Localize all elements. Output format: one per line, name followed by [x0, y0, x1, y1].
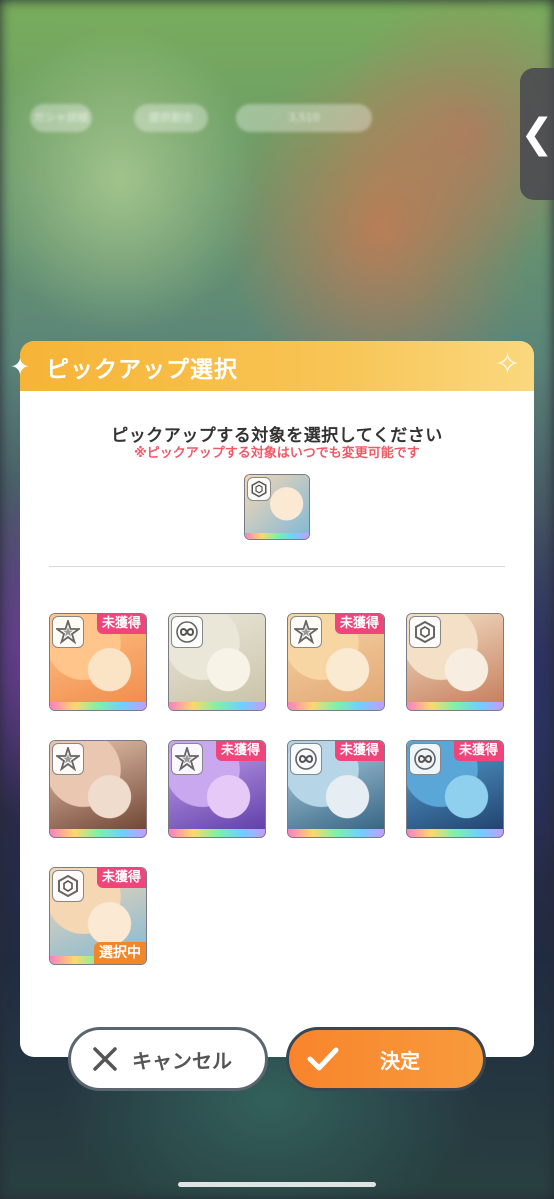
card-item[interactable]: 未獲得 — [287, 740, 385, 838]
confirm-button[interactable]: 決定 — [286, 1027, 486, 1091]
change-note-text: ※ピックアップする対象はいつでも変更可能です — [134, 446, 420, 461]
cancel-button[interactable]: キャンセル — [68, 1027, 268, 1091]
unobtained-badge: 未獲得 — [453, 741, 503, 761]
side-panel-tab[interactable]: ❮ — [520, 68, 554, 200]
card-item[interactable] — [49, 740, 147, 838]
modal-body: ピックアップする対象を選択してください ※ピックアップする対象はいつでも変更可能… — [20, 391, 534, 1057]
cube-attribute-icon — [52, 870, 84, 902]
infinity-attribute-icon — [409, 743, 441, 775]
rates-pill: 提供割合 — [134, 104, 208, 132]
modal-title: ピックアップ選択 — [46, 357, 238, 383]
modal-header: ✦ ピックアップ選択 ✧ — [10, 341, 534, 391]
divider — [49, 566, 505, 567]
confirm-button-label: 決定 — [380, 1048, 420, 1073]
infinity-attribute-icon — [171, 616, 203, 648]
rarity-stripe — [169, 829, 265, 837]
rarity-stripe — [288, 702, 384, 710]
rarity-stripe — [169, 702, 265, 710]
star-attribute-icon — [171, 743, 203, 775]
unobtained-badge: 未獲得 — [215, 741, 265, 761]
rarity-stripe — [50, 829, 146, 837]
rarity-stripe — [407, 702, 503, 710]
gacha-detail-pill: ガシャ詳細 — [30, 104, 92, 132]
selected-badge: 選択中 — [94, 942, 146, 964]
card-item[interactable] — [406, 613, 504, 711]
star-attribute-icon — [52, 616, 84, 648]
rarity-stripe — [50, 702, 146, 710]
unobtained-badge: 未獲得 — [96, 614, 146, 634]
card-item[interactable]: 未獲得 — [168, 740, 266, 838]
sparkle-decoration-icon: ✧ — [494, 347, 520, 382]
home-indicator — [178, 1182, 376, 1187]
sparkle-icon: ✦ — [10, 353, 31, 381]
checkmark-icon — [303, 1046, 343, 1072]
cube-attribute-icon — [409, 616, 441, 648]
card-item[interactable] — [168, 613, 266, 711]
rarity-stripe — [407, 829, 503, 837]
rarity-stripe — [245, 533, 309, 539]
cube-attribute-icon — [247, 477, 271, 501]
star-attribute-icon — [290, 616, 322, 648]
card-item[interactable]: 未獲得 — [49, 613, 147, 711]
card-item[interactable]: 未獲得 — [287, 613, 385, 711]
unobtained-badge: 未獲得 — [96, 868, 146, 888]
currency-pill: 3,510 — [236, 104, 372, 132]
unobtained-badge: 未獲得 — [334, 614, 384, 634]
rarity-stripe — [288, 829, 384, 837]
current-pickup-card — [244, 474, 310, 540]
card-item[interactable]: 未獲得 選択中 — [49, 867, 147, 965]
chevron-left-icon: ❮ — [520, 111, 554, 157]
infinity-attribute-icon — [290, 743, 322, 775]
unobtained-badge: 未獲得 — [334, 741, 384, 761]
close-icon — [85, 1046, 125, 1072]
cancel-button-label: キャンセル — [132, 1048, 232, 1073]
star-attribute-icon — [52, 743, 84, 775]
card-item[interactable]: 未獲得 — [406, 740, 504, 838]
